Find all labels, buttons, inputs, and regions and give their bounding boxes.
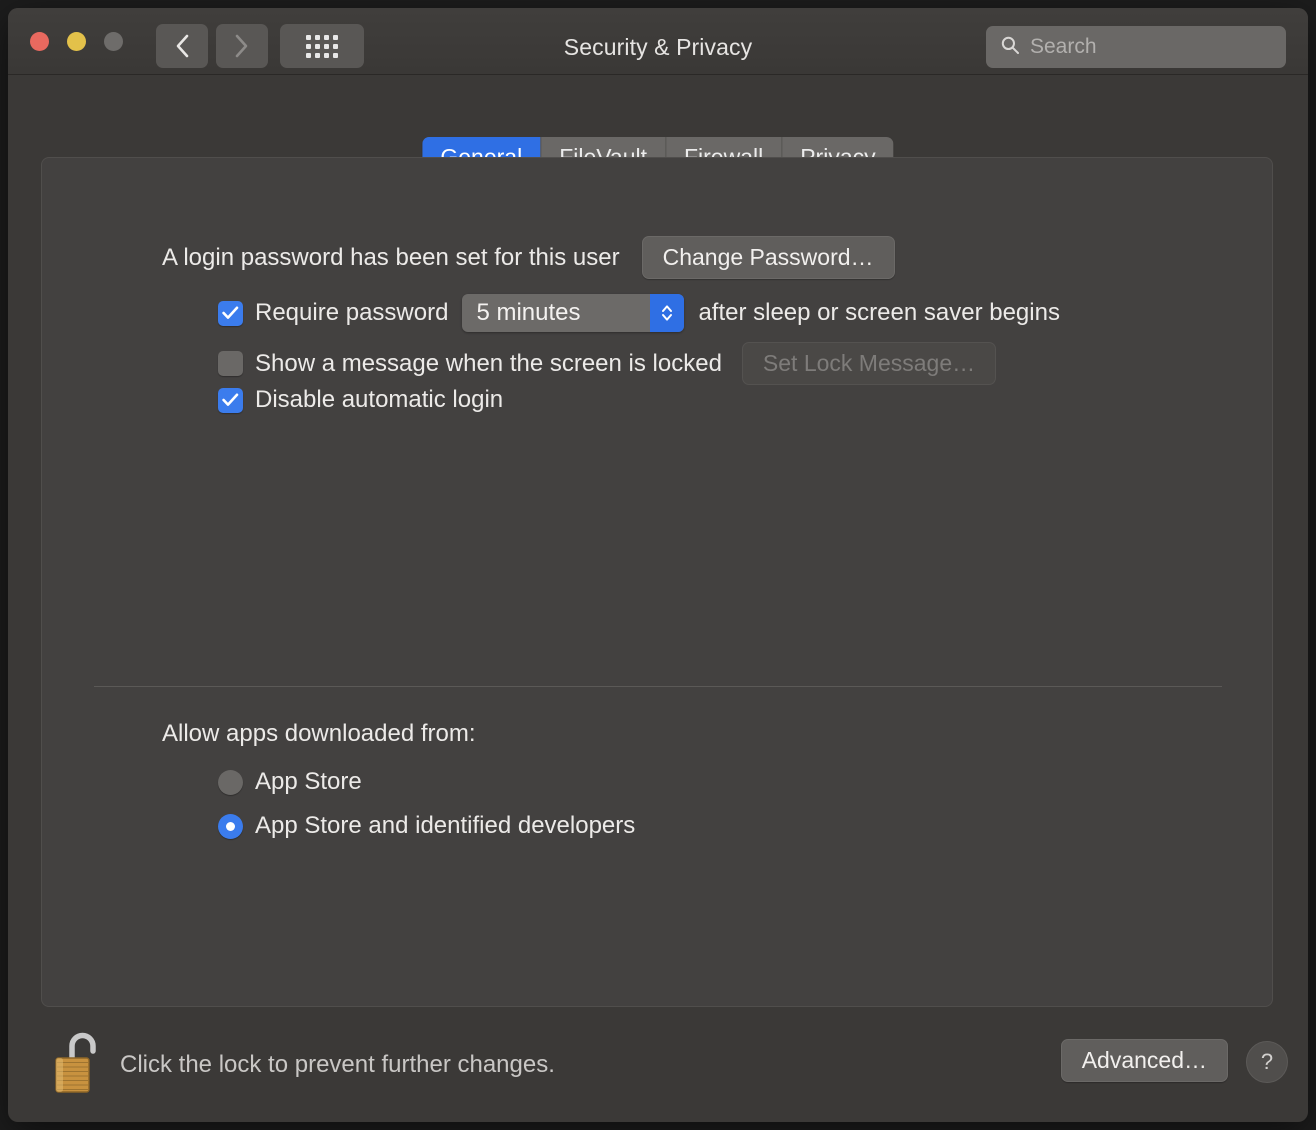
allow-apps-heading-row: Allow apps downloaded from:: [162, 720, 476, 748]
window-titlebar: Security & Privacy: [8, 8, 1308, 75]
radio-selected-dot: [226, 821, 235, 831]
disable-automatic-login-label: Disable automatic login: [255, 386, 504, 413]
disable-automatic-login-row: Disable automatic login: [218, 386, 503, 414]
identified-developers-radio-label: App Store and identified developers: [255, 812, 636, 839]
require-password-checkbox[interactable]: [218, 300, 243, 326]
lock-message-checkbox[interactable]: [218, 351, 243, 376]
section-divider: [94, 686, 1222, 687]
search-input[interactable]: [1028, 34, 1276, 60]
lock-message-row: Show a message when the screen is locked…: [218, 342, 997, 385]
advanced-button[interactable]: Advanced…: [1060, 1039, 1228, 1082]
change-password-button[interactable]: Change Password…: [641, 236, 895, 279]
allow-apps-option-identified-developers[interactable]: App Store and identified developers: [218, 812, 635, 840]
login-password-row: A login password has been set for this u…: [162, 236, 895, 279]
unlocked-padlock-icon[interactable]: [50, 1029, 104, 1097]
require-password-label: Require password: [255, 299, 449, 326]
search-field[interactable]: [986, 26, 1286, 68]
disable-automatic-login-checkbox[interactable]: [218, 387, 243, 413]
lock-message-label: Show a message when the screen is locked: [255, 349, 722, 377]
login-password-status: A login password has been set for this u…: [162, 243, 620, 271]
require-password-row: Require password 5 minutes after sleep o…: [218, 294, 1060, 332]
allow-apps-heading: Allow apps downloaded from:: [162, 720, 476, 747]
require-password-delay-select[interactable]: 5 minutes: [462, 294, 685, 332]
pane-footer: Click the lock to prevent further change…: [8, 1007, 1308, 1122]
chevron-up-down-icon: [650, 294, 685, 332]
search-icon: [1000, 35, 1020, 60]
set-lock-message-button[interactable]: Set Lock Message…: [741, 342, 997, 385]
app-store-radio[interactable]: [218, 769, 243, 795]
require-password-delay-value: 5 minutes: [476, 299, 581, 326]
require-password-suffix-label: after sleep or screen saver begins: [698, 299, 1060, 326]
app-store-radio-label: App Store: [255, 768, 362, 795]
general-content-box: A login password has been set for this u…: [41, 157, 1273, 1007]
allow-apps-option-app-store[interactable]: App Store: [218, 768, 362, 796]
identified-developers-radio[interactable]: [218, 813, 243, 839]
help-button[interactable]: ?: [1246, 1041, 1288, 1083]
security-privacy-window: Security & Privacy General FileVault Fir…: [8, 8, 1308, 1122]
lock-hint-text: Click the lock to prevent further change…: [120, 1051, 555, 1078]
preference-pane: General FileVault Firewall Privacy A log…: [8, 75, 1308, 1122]
